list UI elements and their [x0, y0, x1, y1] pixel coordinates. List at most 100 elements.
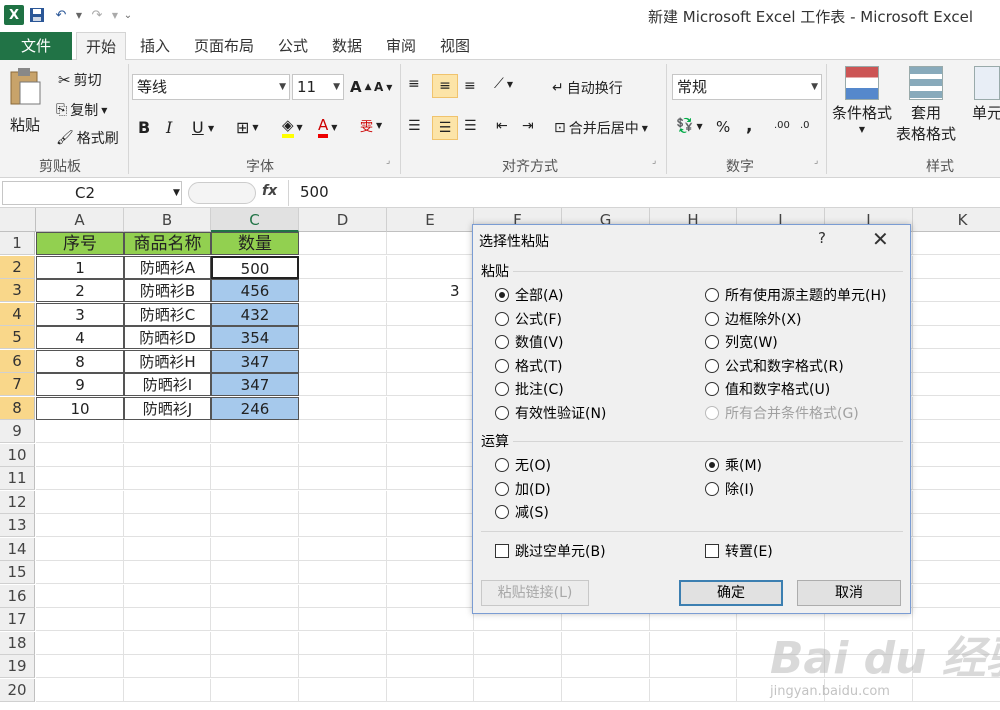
table-cell[interactable]: 347	[211, 373, 299, 396]
table-cell[interactable]: 防晒衫H	[124, 349, 211, 373]
align-bottom-icon[interactable]: ≡	[464, 78, 476, 94]
empty-cell[interactable]	[650, 655, 737, 678]
empty-cell[interactable]	[913, 514, 1000, 537]
borders-icon[interactable]: ⊞ ▼	[236, 118, 259, 137]
cancel-button[interactable]: 取消	[797, 580, 901, 606]
table-cell[interactable]: 500	[211, 255, 299, 279]
font-color-button[interactable]: A ▼	[318, 116, 337, 138]
empty-cell[interactable]	[211, 443, 299, 467]
empty-cell[interactable]	[299, 396, 387, 420]
tab-view[interactable]: 视图	[432, 32, 478, 60]
empty-cell[interactable]	[387, 349, 474, 373]
help-icon[interactable]: ?	[818, 229, 826, 247]
empty-cell[interactable]	[387, 232, 474, 255]
increase-decimal-icon[interactable]: .00	[774, 120, 790, 131]
empty-cell[interactable]	[124, 490, 211, 514]
empty-cell[interactable]	[387, 467, 474, 490]
empty-cell[interactable]	[299, 514, 387, 537]
align-center-icon[interactable]: ☰	[432, 116, 458, 140]
cell-e3[interactable]: 3	[450, 280, 474, 303]
empty-cell[interactable]	[299, 678, 387, 702]
empty-cell[interactable]	[474, 655, 562, 678]
empty-cell[interactable]	[299, 326, 387, 349]
cell-styles-button[interactable]: 单元	[972, 66, 1000, 123]
row-header-3[interactable]: 3	[0, 279, 35, 302]
empty-cell[interactable]	[299, 302, 387, 326]
percent-button[interactable]: %	[716, 118, 730, 136]
option-paste-left-0[interactable]: 全部(A)	[495, 285, 564, 305]
empty-cell[interactable]	[913, 491, 1000, 514]
option-op-left-0[interactable]: 无(O)	[495, 455, 551, 475]
empty-cell[interactable]	[913, 420, 1000, 443]
empty-cell[interactable]	[211, 655, 299, 678]
option-op-left-1[interactable]: 加(D)	[495, 479, 551, 499]
row-header-13[interactable]: 13	[0, 514, 35, 537]
empty-cell[interactable]	[36, 631, 124, 655]
row-header-12[interactable]: 12	[0, 490, 35, 514]
decrease-indent-icon[interactable]: ⇤	[496, 118, 508, 134]
empty-cell[interactable]	[387, 443, 474, 467]
comma-button[interactable]: ,	[746, 116, 752, 136]
empty-cell[interactable]	[562, 678, 650, 702]
empty-cell[interactable]	[299, 561, 387, 584]
empty-cell[interactable]	[211, 608, 299, 631]
align-middle-icon[interactable]: ≡	[432, 74, 458, 98]
number-format-combo[interactable]: 常规 ▼	[672, 74, 822, 100]
orientation-icon[interactable]: ⟋ ▼	[494, 76, 513, 92]
option-paste-right-5[interactable]: 所有合并条件格式(G)	[705, 403, 859, 423]
row-header-15[interactable]: 15	[0, 561, 35, 584]
table-cell[interactable]: 432	[211, 302, 299, 326]
header-cell[interactable]: 商品名称	[124, 232, 211, 255]
copy-button[interactable]: ⎘ 复制 ▼	[56, 100, 107, 120]
option-paste-right-4[interactable]: 值和数字格式(U)	[705, 379, 830, 399]
empty-cell[interactable]	[387, 631, 474, 655]
align-top-icon[interactable]: ≡	[408, 76, 420, 92]
row-header-4[interactable]: 4	[0, 302, 35, 326]
undo-dropdown-icon[interactable]: ▼	[74, 4, 84, 26]
row-header-8[interactable]: 8	[0, 396, 35, 420]
option-paste-left-2[interactable]: 数值(V)	[495, 332, 564, 352]
table-cell[interactable]: 防晒衫I	[124, 373, 211, 396]
empty-cell[interactable]	[36, 584, 124, 608]
empty-cell[interactable]	[913, 585, 1000, 608]
dialog-launcher-icon[interactable]: ⌟	[814, 156, 818, 166]
format-as-table-button[interactable]: 套用 表格格式	[896, 66, 956, 144]
empty-cell[interactable]	[299, 467, 387, 490]
row-header-5[interactable]: 5	[0, 326, 35, 349]
column-header-e[interactable]: E	[387, 208, 474, 232]
option-op-left-2[interactable]: 减(S)	[495, 502, 549, 522]
tab-data[interactable]: 数据	[324, 32, 370, 60]
table-cell[interactable]: 防晒衫A	[124, 255, 211, 279]
empty-cell[interactable]	[36, 490, 124, 514]
formula-input[interactable]: 500	[300, 183, 329, 201]
merge-center-button[interactable]: ⊡ 合并后居中 ▼	[554, 118, 648, 138]
paste-link-button[interactable]: 粘贴链接(L)	[481, 580, 589, 606]
dialog-launcher-icon[interactable]: ⌟	[652, 156, 656, 166]
table-cell[interactable]: 456	[211, 279, 299, 302]
empty-cell[interactable]	[387, 561, 474, 584]
empty-cell[interactable]	[124, 561, 211, 584]
tab-insert[interactable]: 插入	[132, 32, 178, 60]
font-name-combo[interactable]: 等线 ▼	[132, 74, 290, 100]
formula-bar-splitter[interactable]	[188, 182, 256, 204]
empty-cell[interactable]	[299, 608, 387, 631]
empty-cell[interactable]	[299, 631, 387, 655]
empty-cell[interactable]	[299, 255, 387, 279]
select-all-corner[interactable]	[0, 208, 36, 232]
shrink-font-icon[interactable]: A ▼	[374, 80, 392, 94]
empty-cell[interactable]	[474, 678, 562, 702]
align-left-icon[interactable]: ☰	[408, 118, 421, 134]
empty-cell[interactable]	[36, 467, 124, 490]
tab-page-layout[interactable]: 页面布局	[186, 32, 262, 60]
decrease-decimal-icon[interactable]: .0	[800, 120, 810, 131]
option-paste-right-3[interactable]: 公式和数字格式(R)	[705, 356, 844, 376]
header-cell[interactable]: 序号	[36, 232, 124, 255]
empty-cell[interactable]	[913, 444, 1000, 467]
empty-cell[interactable]	[913, 232, 1000, 255]
name-box[interactable]: C2 ▼	[2, 181, 182, 205]
option-op-right-1[interactable]: 除(I)	[705, 479, 754, 499]
tab-file[interactable]: 文件	[0, 32, 72, 60]
empty-cell[interactable]	[299, 537, 387, 561]
conditional-formatting-button[interactable]: 条件格式 ▼	[832, 66, 892, 134]
undo-icon[interactable]: ↶	[50, 4, 72, 26]
